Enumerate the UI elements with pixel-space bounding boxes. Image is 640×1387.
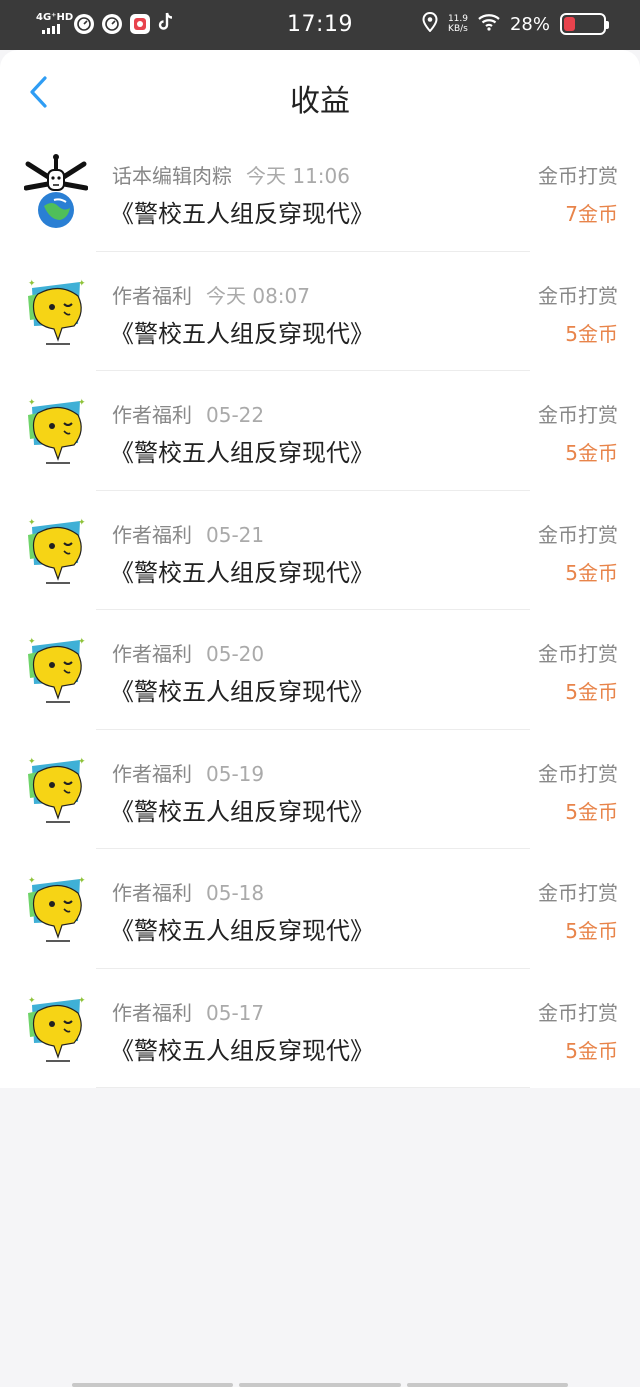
timestamp: 今天 08:07: [206, 283, 310, 308]
sender-name: 作者福利: [112, 881, 192, 905]
book-title: 《警校五人组反穿现代》: [110, 917, 374, 945]
status-right: 11.9 KB/s 28%: [422, 11, 609, 36]
sender-name: 作者福利: [112, 403, 192, 427]
timestamp: 05-19: [206, 761, 265, 786]
svg-text:✦: ✦: [78, 996, 86, 1006]
sender-name: 作者福利: [112, 1000, 192, 1025]
coin-amount: 5金币: [565, 560, 618, 585]
svg-text:✦: ✦: [78, 757, 86, 767]
yellow-face-avatar: ✦ ✦: [24, 752, 88, 826]
battery-percent: 28%: [509, 13, 550, 35]
sender-name: 作者福利: [112, 522, 192, 547]
svg-text:✦: ✦: [78, 279, 86, 289]
svg-text:✦: ✦: [28, 637, 36, 647]
book-title: 《警校五人组反穿现代》: [110, 439, 374, 467]
svg-text:✦: ✦: [78, 637, 86, 647]
sender-name: 话本编辑肉粽: [112, 164, 232, 188]
income-list: 话本编辑肉粽 今天 11:06 《警校五人组反穿现代》 金币打赏 7金币 ✦ ✦ 作…: [0, 132, 640, 1088]
sender-name: 作者福利: [112, 761, 192, 786]
header: 收益: [0, 50, 640, 132]
income-type: 金币打赏: [538, 642, 618, 666]
svg-text:✦: ✦: [28, 876, 36, 886]
coin-amount: 7金币: [565, 202, 618, 226]
book-title: 《警校五人组反穿现代》: [110, 797, 374, 826]
item-meta: 作者福利 05-19: [112, 758, 264, 787]
book-title: 《警校五人组反穿现代》: [110, 200, 374, 228]
wifi-icon: [478, 13, 500, 35]
yellow-face-avatar: ✦ ✦: [24, 274, 88, 348]
location-icon: [422, 11, 438, 36]
network-speed: 11.9 KB/s: [448, 14, 468, 34]
svg-text:✦: ✦: [28, 398, 36, 408]
yellow-face-avatar: ✦ ✦: [24, 513, 88, 587]
home-indicator: [72, 1383, 568, 1387]
divider: [96, 1087, 530, 1088]
yellow-face-avatar: ✦ ✦: [24, 871, 88, 945]
list-item-6[interactable]: ✦ ✦ 作者福利 05-19 《警校五人组反穿现代》 金币打赏 5金币: [0, 730, 640, 849]
item-meta: 作者福利 05-17: [112, 997, 264, 1026]
timestamp: 05-21: [206, 522, 265, 547]
book-title: 《警校五人组反穿现代》: [110, 558, 374, 587]
list-item-4[interactable]: ✦ ✦ 作者福利 05-21 《警校五人组反穿现代》 金币打赏 5金币: [0, 491, 640, 610]
timestamp: 05-18: [206, 881, 265, 905]
item-meta: 作者福利 05-21: [112, 519, 264, 548]
income-type: 金币打赏: [538, 761, 618, 786]
item-meta: 作者福利 05-22: [112, 399, 264, 428]
sender-name: 作者福利: [112, 283, 192, 308]
speed-unit: KB/s: [448, 24, 468, 34]
timestamp: 今天 11:06: [246, 164, 350, 188]
svg-text:✦: ✦: [78, 518, 86, 528]
yellow-face-avatar: ✦ ✦: [24, 393, 88, 467]
battery-icon: [560, 13, 609, 35]
coin-amount: 5金币: [565, 919, 618, 943]
svg-text:✦: ✦: [28, 279, 36, 289]
coin-amount: 5金币: [565, 680, 618, 704]
income-type: 金币打赏: [538, 164, 618, 188]
income-type: 金币打赏: [538, 522, 618, 547]
item-meta: 作者福利 05-18: [112, 877, 264, 906]
battery-fill: [564, 17, 575, 31]
svg-text:✦: ✦: [28, 996, 36, 1006]
income-type: 金币打赏: [538, 1000, 618, 1025]
sender-name: 作者福利: [112, 642, 192, 666]
svg-text:✦: ✦: [28, 757, 36, 767]
speed-value: 11.9: [447, 14, 468, 24]
book-title: 《警校五人组反穿现代》: [110, 678, 374, 706]
timestamp: 05-20: [206, 642, 265, 666]
income-type: 金币打赏: [538, 881, 618, 905]
book-title: 《警校五人组反穿现代》: [110, 319, 374, 348]
income-type: 金币打赏: [538, 283, 618, 308]
status-bar: 4G⁺HD 17:19 11.9 KB/s 28%: [0, 0, 640, 50]
item-meta: 作者福利 今天 08:07: [112, 280, 310, 309]
coin-amount: 5金币: [565, 441, 618, 465]
list-item-2[interactable]: ✦ ✦ 作者福利 今天 08:07 《警校五人组反穿现代》 金币打赏 5金币: [0, 252, 640, 371]
coin-amount: 5金币: [565, 321, 618, 346]
svg-text:✦: ✦: [78, 398, 86, 408]
svg-text:✦: ✦: [28, 518, 36, 528]
coin-amount: 5金币: [565, 1038, 618, 1063]
list-item-3[interactable]: ✦ ✦ 作者福利 05-22 《警校五人组反穿现代》 金币打赏 5金币: [0, 371, 640, 491]
page-title: 收益: [290, 84, 350, 119]
list-item-5[interactable]: ✦ ✦ 作者福利 05-20 《警校五人组反穿现代》 金币打赏 5金币: [0, 610, 640, 730]
timestamp: 05-22: [206, 403, 265, 427]
coin-amount: 5金币: [565, 799, 618, 824]
item-meta: 话本编辑肉粽 今天 11:06: [112, 160, 350, 189]
skull-globe-avatar: [23, 154, 89, 228]
book-title: 《警校五人组反穿现代》: [110, 1036, 374, 1065]
timestamp: 05-17: [206, 1000, 265, 1025]
income-type: 金币打赏: [538, 403, 618, 427]
list-item-7[interactable]: ✦ ✦ 作者福利 05-18 《警校五人组反穿现代》 金币打赏 5金币: [0, 849, 640, 969]
list-item-1[interactable]: 话本编辑肉粽 今天 11:06 《警校五人组反穿现代》 金币打赏 7金币: [0, 132, 640, 252]
item-meta: 作者福利 05-20: [112, 638, 264, 667]
list-item-8[interactable]: ✦ ✦ 作者福利 05-17 《警校五人组反穿现代》 金币打赏 5金币: [0, 969, 640, 1088]
yellow-face-avatar: ✦ ✦: [24, 632, 88, 706]
yellow-face-avatar: ✦ ✦: [24, 991, 88, 1065]
svg-text:✦: ✦: [78, 876, 86, 886]
